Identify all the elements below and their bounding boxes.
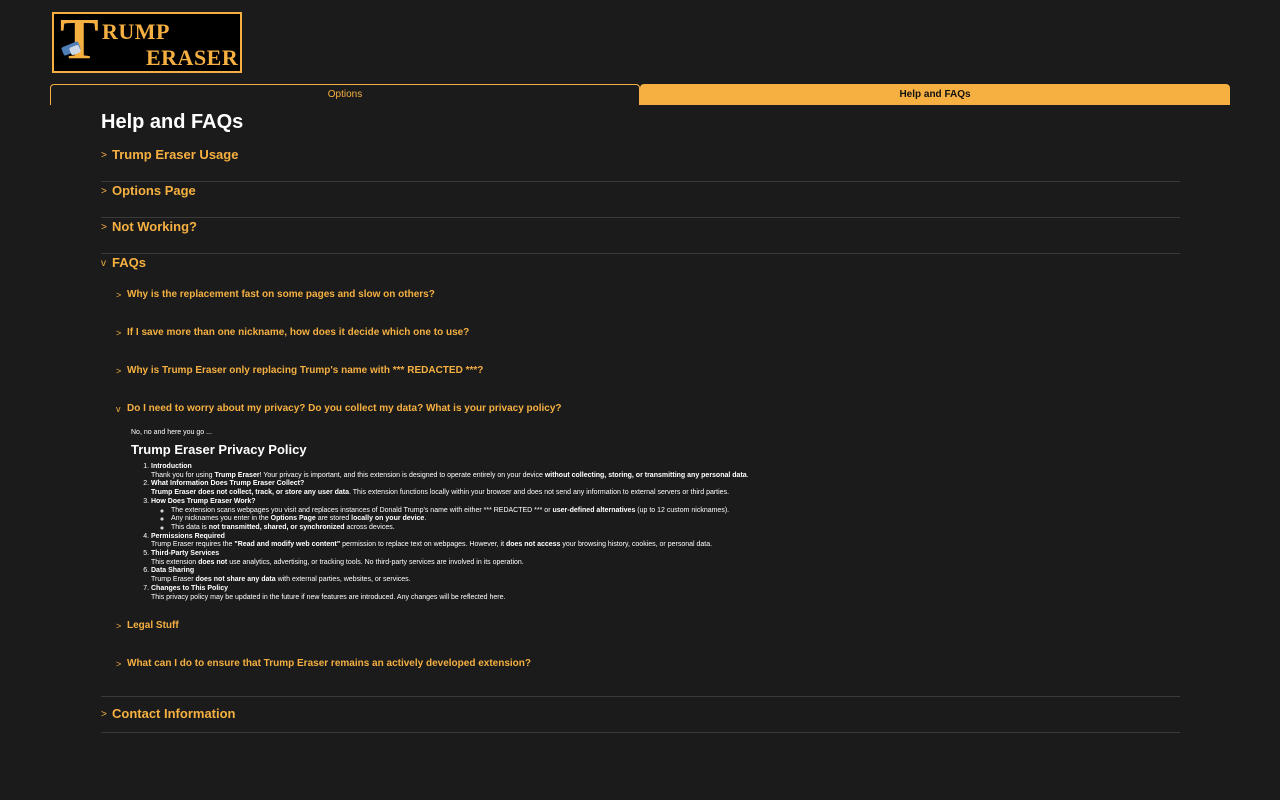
section-usage-label: Trump Eraser Usage [112,147,239,162]
chevron-right-icon: > [101,222,107,233]
section-faqs: v FAQs > Why is the replacement fast on … [101,254,1180,698]
chevron-right-icon: > [101,186,107,197]
logo-letter: T [60,12,99,71]
faq-question-nickname-choice[interactable]: > If I save more than one nickname, how … [116,327,1180,365]
faq-question-label: If I save more than one nickname, how do… [127,327,470,338]
faq-question-support-development[interactable]: > What can I do to ensure that Trump Era… [116,658,1180,688]
chevron-right-icon: > [116,659,122,670]
tab-bar: Options Help and FAQs [50,84,1230,105]
privacy-lead: No, no and here you go ... [131,429,212,436]
policy-item: Third-Party Services This extension does… [151,550,1180,567]
faq-question-label: Do I need to worry about my privacy? Do … [127,403,562,414]
faq-question-label: What can I do to ensure that Trump Erase… [127,658,532,670]
section-options-page-label: Options Page [112,183,196,198]
chevron-right-icon: > [101,709,107,721]
section-contact: > Contact Information [101,697,1180,734]
trump-eraser-logo: T RUMP ERASER [52,12,242,73]
policy-item: Permissions Required Trump Eraser requir… [151,533,1180,550]
chevron-right-icon: > [116,366,122,376]
section-options-page: > Options Page [101,182,1180,218]
tab-help-and-faqs[interactable]: Help and FAQs [640,84,1230,105]
policy-item: What Information Does Trump Eraser Colle… [151,480,1180,497]
privacy-answer: No, no and here you go ... Trump Eraser … [116,429,1180,602]
help-content: Help and FAQs > Trump Eraser Usage > Opt… [101,110,1180,734]
policy-sublist: The extension scans webpages you visit a… [151,507,1180,533]
policy-item: How Does Trump Eraser Work? The extensio… [151,498,1180,533]
section-usage-toggle[interactable]: > Trump Eraser Usage [101,146,1180,181]
section-not-working: > Not Working? [101,218,1180,254]
faq-question-redacted[interactable]: > Why is Trump Eraser only replacing Tru… [116,365,1180,403]
policy-item: Introduction Thank you for using Trump E… [151,463,1180,480]
section-not-working-label: Not Working? [112,219,197,234]
tab-options[interactable]: Options [50,84,640,105]
faq-question-replacement-speed[interactable]: > Why is the replacement fast on some pa… [116,289,1180,327]
policy-item: Changes to This Policy This privacy poli… [151,585,1180,602]
page-title: Help and FAQs [101,111,244,133]
logo-word-1: RUMP [102,19,170,44]
chevron-right-icon: > [116,290,122,300]
section-faqs-label: FAQs [112,255,146,270]
faqs-list: > Why is the replacement fast on some pa… [101,289,1180,696]
faq-question-label: Why is Trump Eraser only replacing Trump… [127,365,484,376]
section-contact-toggle[interactable]: > Contact Information [101,697,1180,732]
section-usage: > Trump Eraser Usage [101,146,1180,182]
section-faqs-toggle[interactable]: v FAQs [101,254,1180,289]
faq-question-label: Legal Stuff [127,620,179,632]
faq-question-label: Why is the replacement fast on some page… [127,289,435,300]
privacy-policy-title: Trump Eraser Privacy Policy [131,442,307,457]
section-options-page-toggle[interactable]: > Options Page [101,182,1180,217]
chevron-down-icon: v [101,258,106,269]
chevron-right-icon: > [101,150,107,161]
chevron-down-icon: v [116,404,121,414]
policy-item: Data Sharing Trump Eraser does not share… [151,567,1180,584]
chevron-right-icon: > [116,621,122,632]
faq-question-legal[interactable]: > Legal Stuff [116,620,1180,658]
section-contact-label: Contact Information [112,706,236,722]
chevron-right-icon: > [116,328,122,338]
privacy-policy-list: Introduction Thank you for using Trump E… [131,463,1180,602]
logo-word-2: ERASER [146,45,239,70]
section-not-working-toggle[interactable]: > Not Working? [101,218,1180,253]
